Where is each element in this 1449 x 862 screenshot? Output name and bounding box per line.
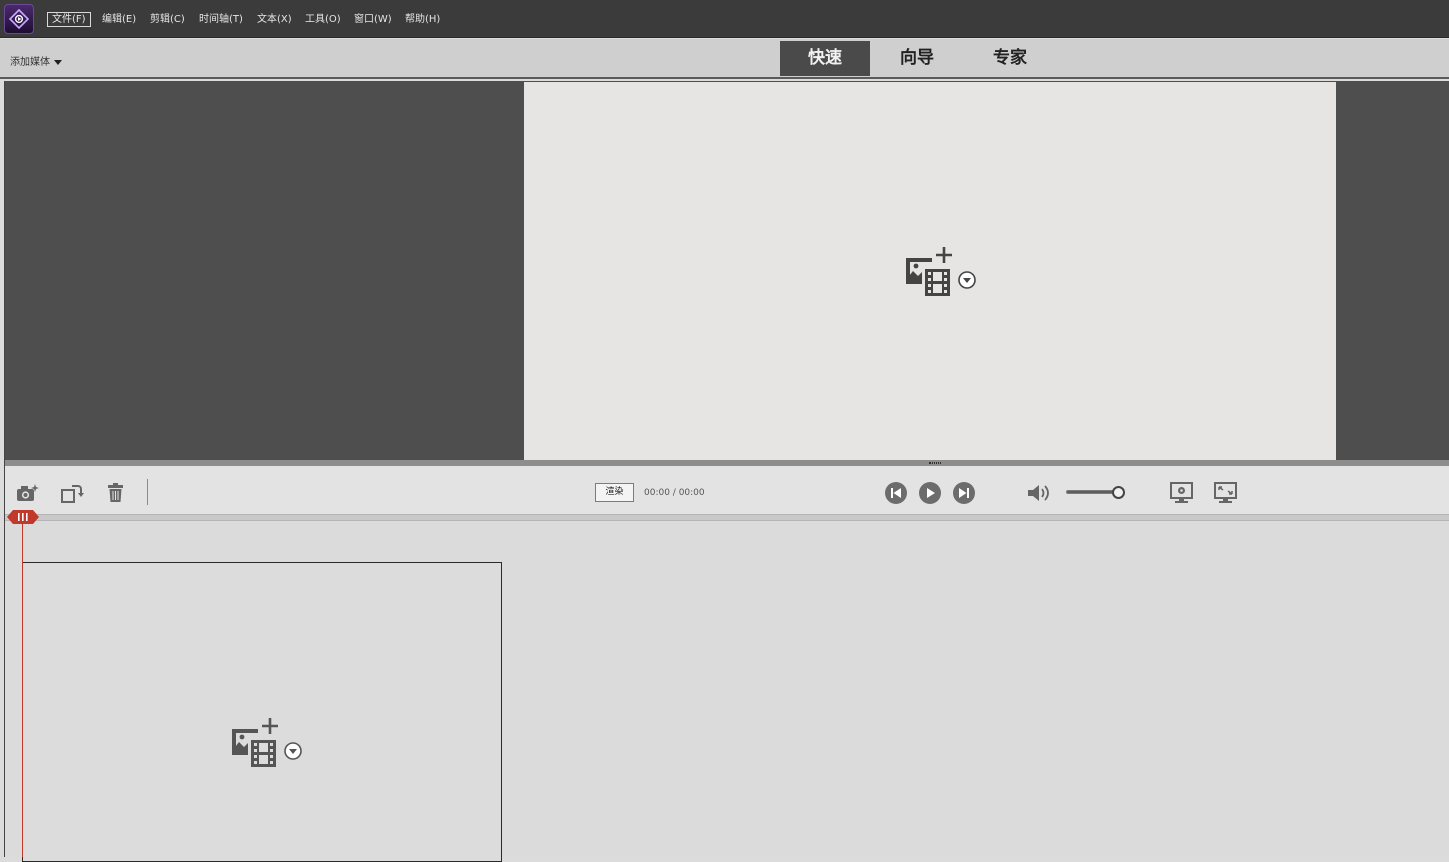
add-media-button[interactable]	[904, 244, 980, 304]
menu-edit[interactable]: 编辑(E)	[97, 12, 141, 27]
menu-clip[interactable]: 剪辑(C)	[145, 12, 190, 27]
add-media-dropdown[interactable]: 添加媒体	[10, 53, 62, 68]
play-icon	[927, 488, 935, 498]
playhead[interactable]	[6, 509, 40, 525]
volume-button[interactable]	[1026, 482, 1052, 508]
mode-bar: 添加媒体 快速 向导 专家	[0, 39, 1449, 79]
trash-icon	[108, 483, 123, 502]
timeline-add-media-button[interactable]	[230, 715, 306, 775]
menu-text[interactable]: 文本(X)	[252, 12, 297, 27]
monitor-settings-icon	[1170, 482, 1193, 503]
rotate-button[interactable]	[60, 482, 84, 508]
premiere-elements-logo-icon	[8, 8, 30, 30]
step-forward-button[interactable]	[953, 482, 975, 504]
snapshot-button[interactable]	[16, 482, 40, 508]
tab-expert[interactable]: 专家	[965, 41, 1055, 76]
timeline-clip-slot[interactable]	[22, 562, 502, 862]
menu-timeline[interactable]: 时间轴(T)	[194, 12, 248, 27]
play-button[interactable]	[919, 482, 941, 504]
splitter-grip-icon	[929, 462, 941, 464]
rotate-icon	[61, 485, 84, 503]
speaker-icon	[1028, 485, 1049, 501]
toolbar-separator	[147, 479, 148, 505]
menu-help[interactable]: 帮助(H)	[400, 12, 445, 27]
menu-tools[interactable]: 工具(O)	[300, 12, 346, 27]
timecode-display: 00:00 / 00:00	[644, 488, 705, 498]
menu-window[interactable]: 窗口(W)	[349, 12, 397, 27]
delete-button[interactable]	[106, 482, 126, 508]
volume-fill	[1067, 491, 1116, 493]
fullscreen-icon	[1214, 482, 1237, 503]
step-back-button[interactable]	[885, 482, 907, 504]
playhead-line	[22, 523, 23, 857]
add-media-icon	[906, 247, 976, 296]
caret-down-icon	[54, 59, 62, 65]
menu-file[interactable]: 文件(F)	[47, 12, 91, 27]
tab-quick[interactable]: 快速	[780, 41, 870, 76]
tab-guided[interactable]: 向导	[872, 41, 962, 76]
menu-bar: 文件(F) 编辑(E) 剪辑(C) 时间轴(T) 文本(X) 工具(O) 窗口(…	[0, 0, 1449, 38]
fullscreen-button[interactable]	[1214, 482, 1238, 508]
app-logo[interactable]	[4, 4, 34, 34]
timeline-ruler[interactable]	[5, 514, 1449, 521]
playhead-icon	[7, 510, 39, 524]
add-media-icon	[232, 718, 302, 767]
volume-slider-knob[interactable]	[1112, 486, 1125, 499]
monitor-settings-button[interactable]	[1170, 482, 1194, 508]
camera-icon	[17, 484, 39, 501]
step-forward-icon	[959, 488, 969, 498]
add-media-label: 添加媒体	[10, 57, 50, 68]
render-button[interactable]: 渲染	[595, 483, 634, 502]
step-back-icon	[891, 488, 901, 498]
preview-monitor[interactable]	[524, 82, 1336, 460]
